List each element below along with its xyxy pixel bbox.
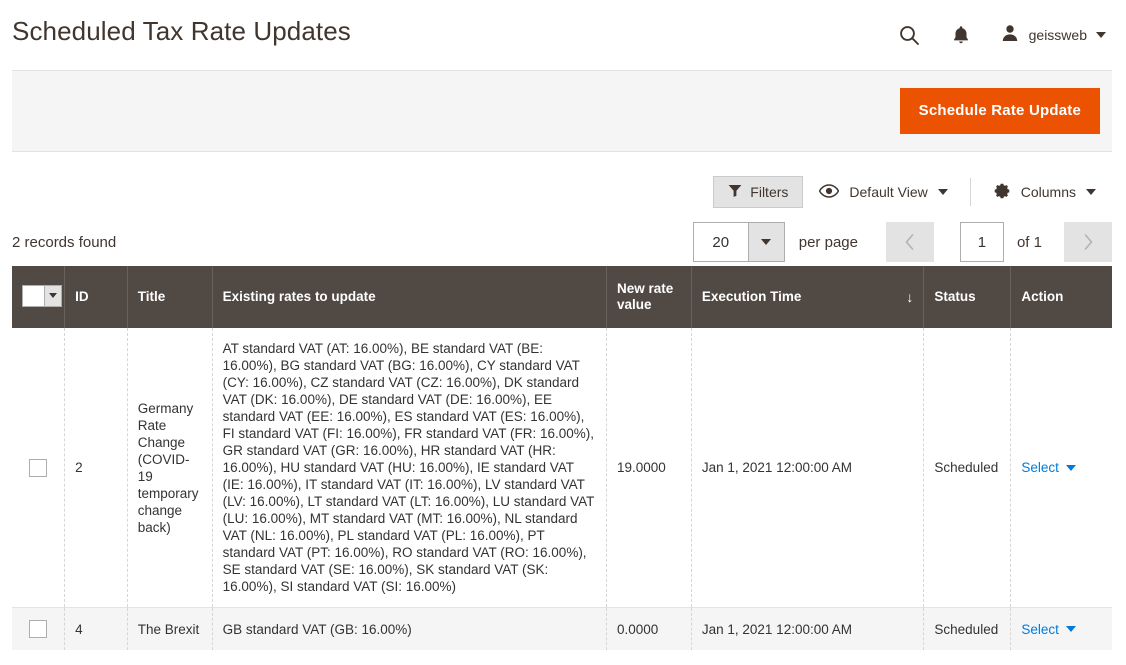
column-header-execution-time-label: Execution Time <box>701 289 802 304</box>
chevron-down-icon <box>1096 32 1106 38</box>
per-page-toggle[interactable] <box>747 223 784 261</box>
column-header-select-all[interactable] <box>12 266 66 328</box>
column-header-new-rate-value[interactable]: New rate value <box>606 266 692 328</box>
search-icon[interactable] <box>896 22 922 48</box>
row-action-select[interactable]: Select <box>1021 459 1076 476</box>
row-select-cell[interactable] <box>12 607 66 651</box>
schedule-rate-update-button[interactable]: Schedule Rate Update <box>899 88 1100 134</box>
grid-toolbar: Filters Default View Columns <box>0 152 1126 210</box>
cell-existing-rates: AT standard VAT (AT: 16.00%), BE standar… <box>212 328 607 608</box>
cell-existing-rates: GB standard VAT (GB: 16.00%) <box>212 607 607 651</box>
chevron-down-icon <box>1065 464 1076 471</box>
cell-title: The Brexit <box>127 607 213 651</box>
previous-page-button[interactable] <box>885 222 934 262</box>
chevron-left-icon <box>906 234 914 250</box>
column-header-status[interactable]: Status <box>923 266 1012 328</box>
data-grid-wrapper: ID Title Existing rates to update New ra… <box>0 266 1126 651</box>
row-action-select-label: Select <box>1021 460 1059 475</box>
cell-new-rate-value: 19.0000 <box>606 328 692 608</box>
column-header-action: Action <box>1010 266 1112 328</box>
admin-grid-page: Scheduled Tax Rate Updates geissweb Sche… <box>0 0 1126 665</box>
table-head: ID Title Existing rates to update New ra… <box>12 266 1112 328</box>
row-checkbox[interactable] <box>29 458 48 477</box>
header-tools: geissweb <box>896 22 1112 48</box>
row-action-select[interactable]: Select <box>1021 621 1076 638</box>
user-menu[interactable]: geissweb <box>1000 23 1106 48</box>
cell-action[interactable]: Select <box>1010 328 1112 608</box>
status-badge: Scheduled <box>923 607 1012 651</box>
chevron-down-icon <box>1086 189 1096 195</box>
select-all-dropdown-toggle[interactable] <box>43 285 61 306</box>
chevron-down-icon <box>761 239 772 245</box>
column-header-existing-rates[interactable]: Existing rates to update <box>212 266 607 328</box>
row-action-select-label: Select <box>1021 621 1059 637</box>
table-row[interactable]: 4 The Brexit GB standard VAT (GB: 16.00%… <box>12 607 1112 651</box>
cell-action[interactable]: Select <box>1010 607 1112 651</box>
user-name: geissweb <box>1028 27 1087 43</box>
table-body: 2 Germany Rate Change (COVID-19 temporar… <box>12 328 1112 651</box>
grid-info-row: 2 records found 20 per page 1 of 1 <box>0 210 1126 266</box>
toolbar-divider <box>969 178 971 206</box>
page-number-input[interactable]: 1 <box>959 222 1004 262</box>
row-select-cell[interactable] <box>12 328 66 608</box>
cell-id: 4 <box>64 607 128 651</box>
chevron-right-icon <box>1084 234 1092 250</box>
page-title: Scheduled Tax Rate Updates <box>12 16 351 46</box>
avatar-icon <box>1000 23 1020 48</box>
columns-dropdown[interactable]: Columns <box>977 176 1112 208</box>
cell-new-rate-value: 0.0000 <box>606 607 692 651</box>
bell-icon[interactable] <box>948 22 974 48</box>
cell-title: Germany Rate Change (COVID-19 temporary … <box>127 328 213 608</box>
column-header-execution-time[interactable]: Execution Time ↓ <box>691 266 925 328</box>
chevron-down-icon <box>48 293 57 298</box>
per-page-label: per page <box>798 233 858 251</box>
page-header: Scheduled Tax Rate Updates geissweb <box>0 0 1126 70</box>
row-checkbox[interactable] <box>29 620 48 639</box>
records-found-label: 2 records found <box>12 233 117 251</box>
eye-icon <box>819 183 840 201</box>
status-badge: Scheduled <box>923 328 1012 608</box>
pagination-controls: 20 per page 1 of 1 <box>692 222 1112 262</box>
chevron-down-icon <box>1065 626 1076 633</box>
sort-descending-icon: ↓ <box>906 289 914 305</box>
default-view-label: Default View <box>849 184 928 200</box>
column-header-title[interactable]: Title <box>127 266 213 328</box>
column-header-id[interactable]: ID <box>64 266 128 328</box>
total-pages-label: of 1 <box>1016 233 1042 251</box>
chevron-down-icon <box>937 189 948 195</box>
per-page-value: 20 <box>693 223 748 261</box>
columns-label: Columns <box>1020 184 1076 200</box>
filters-button[interactable]: Filters <box>713 176 804 208</box>
select-all-checkbox[interactable] <box>23 285 44 306</box>
table-header-row: ID Title Existing rates to update New ra… <box>12 266 1112 328</box>
per-page-select[interactable]: 20 <box>692 222 785 262</box>
cell-id: 2 <box>64 328 128 608</box>
mass-select-control[interactable] <box>22 284 62 307</box>
scheduled-tax-rate-updates-table: ID Title Existing rates to update New ra… <box>12 266 1112 651</box>
table-row[interactable]: 2 Germany Rate Change (COVID-19 temporar… <box>12 328 1112 608</box>
gear-icon <box>993 182 1011 203</box>
default-view-dropdown[interactable]: Default View <box>803 176 963 208</box>
cell-execution-time: Jan 1, 2021 12:00:00 AM <box>691 607 925 651</box>
filters-label: Filters <box>750 184 789 200</box>
cell-execution-time: Jan 1, 2021 12:00:00 AM <box>691 328 925 608</box>
page-actions-bar: Schedule Rate Update <box>12 70 1112 152</box>
funnel-icon <box>728 184 742 201</box>
next-page-button[interactable] <box>1064 222 1112 262</box>
